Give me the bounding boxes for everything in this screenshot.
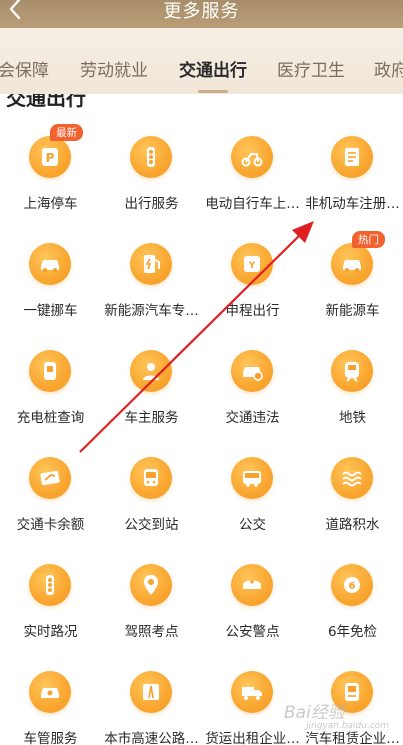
service-tile[interactable]: 交通违法 [202,308,303,426]
active-tab-indicator [198,90,228,93]
top-bar: 更多服务 [0,0,403,28]
tab-social-security[interactable]: 会保障 [0,56,49,81]
service-tile[interactable]: 非机动车注册… [302,94,403,212]
service-tile[interactable]: 实时路况 [0,522,101,640]
service-tile[interactable]: 充电桩查询 [0,308,101,426]
tab-government[interactable]: 政府 [374,56,403,81]
service-badge: 热门 [352,231,385,248]
service-tile[interactable]: 驾照考点 [101,522,202,640]
e-bike-icon [231,136,273,178]
violation-icon [231,350,273,392]
tab-transportation[interactable]: 交通出行 [179,56,247,81]
service-tile[interactable]: 新能源汽车专… [101,201,202,319]
truck-icon [231,671,273,713]
ride-icon: Y [231,243,273,285]
page-title: 更多服务 [163,1,240,22]
police-cap-icon [231,564,273,606]
service-tile[interactable]: 电动自行车上… [202,94,303,212]
service-tile[interactable]: 地铁 [302,308,403,426]
document-icon [331,136,373,178]
parking-icon: P [29,136,71,178]
card-icon [29,457,71,499]
bus-arrival-icon [130,457,172,499]
service-tile[interactable]: 公交到站 [101,415,202,533]
category-tabs: 会保障 劳动就业 交通出行 医疗卫生 政府 [0,28,403,94]
inspection-icon: 6 [331,564,373,606]
car-icon [331,243,373,285]
service-tile[interactable]: 公交 [202,415,303,533]
tab-employment[interactable]: 劳动就业 [80,56,148,81]
service-grid: 交通出行 P 上海停车 最新 出行服务 电动自行车上… 非机动车注册… 一键挪车 新能源汽车专… [0,94,403,745]
svg-text:Y: Y [248,261,256,271]
service-tile[interactable]: 车主服务 [101,308,202,426]
service-tile[interactable]: 出行服务 [101,94,202,212]
service-tile[interactable]: 交通卡余额 [0,415,101,533]
watermark-subtext: jingyan.baidu.com [306,721,390,731]
highway-icon [130,671,172,713]
car-owner-icon [130,350,172,392]
svg-text:P: P [46,151,55,165]
traffic-light-icon [130,136,172,178]
baidu-watermark: Bai经验 jingyan.baidu.com [284,698,389,731]
service-tile[interactable]: 公安警点 [202,522,303,640]
service-tile[interactable]: 新能源车 热门 [302,201,403,319]
watermark-text: Bai经验 [284,703,345,723]
service-label: 本市高速公路… [104,731,199,745]
metro-icon [331,350,373,392]
service-tile[interactable]: 道路积水 [302,415,403,533]
traffic-light-icon [29,564,71,606]
service-tile[interactable]: 一键挪车 [0,201,101,319]
service-badge: 最新 [50,124,83,141]
service-tile[interactable]: 车管服务 [0,629,101,745]
charger-icon [29,350,71,392]
charging-station-icon [130,243,172,285]
flood-icon [331,457,373,499]
bus-icon [231,457,273,499]
tab-medical[interactable]: 医疗卫生 [277,56,345,81]
service-tile[interactable]: 6 6年免检 [302,522,403,640]
service-tile[interactable]: Y 申程出行 [202,201,303,319]
service-tile[interactable]: 本市高速公路… [101,629,202,745]
car-service-icon [29,671,71,713]
service-tile[interactable]: P 上海停车 最新 [0,94,101,212]
car-move-icon [29,243,71,285]
svg-text:6: 6 [349,581,356,592]
service-label: 车管服务 [23,731,78,745]
location-icon [130,564,172,606]
